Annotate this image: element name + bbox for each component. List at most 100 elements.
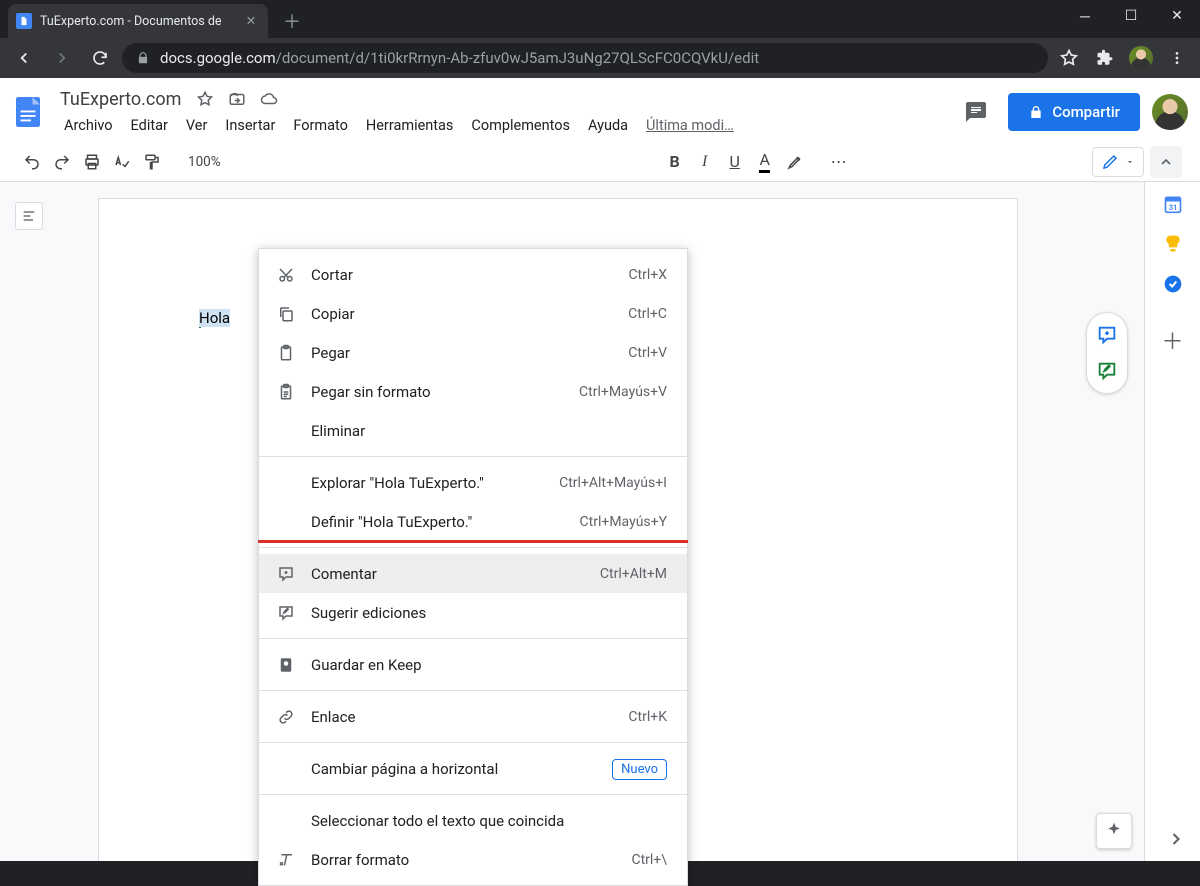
context-menu-separator — [259, 690, 687, 691]
context-menu-item[interactable]: EnlaceCtrl+K — [259, 697, 687, 736]
cut-icon — [275, 264, 297, 286]
link-icon — [275, 706, 297, 728]
paint-format-button[interactable] — [138, 148, 166, 176]
context-menu-item[interactable]: Pegar Ctrl+V — [259, 333, 687, 372]
calendar-icon[interactable]: 31 — [1163, 194, 1183, 214]
svg-text:31: 31 — [1168, 203, 1177, 212]
menu-editar[interactable]: Editar — [123, 115, 176, 136]
doc-title[interactable]: TuExperto.com — [56, 87, 185, 112]
italic-button[interactable]: I — [691, 148, 719, 176]
explore-fab-button[interactable] — [1096, 813, 1132, 849]
paste-plain-icon — [275, 381, 297, 403]
window-maximize-button[interactable]: ☐ — [1108, 0, 1154, 32]
context-menu-shortcut: Ctrl+Alt+M — [600, 566, 667, 582]
editing-mode-selector[interactable] — [1092, 147, 1144, 177]
context-menu-label: Pegar — [311, 344, 350, 362]
context-menu-label: Explorar "Hola TuExperto." — [311, 474, 484, 492]
menu-complementos[interactable]: Complementos — [463, 115, 578, 136]
chrome-menu-icon[interactable] — [1162, 43, 1192, 73]
tab-close-icon[interactable]: ✕ — [244, 14, 258, 28]
lock-icon — [136, 51, 150, 65]
context-menu: CortarCtrl+XCopiarCtrl+CPegarCtrl+VPegar… — [258, 248, 688, 886]
context-menu-item[interactable]: Cambiar página a horizontalNuevo — [259, 749, 687, 788]
paste-icon — [275, 342, 297, 364]
move-icon[interactable] — [225, 87, 249, 111]
browser-tab[interactable]: TuExperto.com - Documentos de ✕ — [8, 4, 268, 38]
add-comment-floating-button[interactable] — [1091, 319, 1123, 351]
undo-button[interactable] — [18, 148, 46, 176]
menu-archivo[interactable]: Archivo — [56, 115, 121, 136]
context-menu-label: Pegar sin formato — [311, 383, 431, 401]
context-menu-item[interactable]: Definir "Hola TuExperto."Ctrl+Mayús+Y — [259, 502, 687, 541]
side-panel-show-button[interactable] — [1166, 829, 1186, 849]
toolbar: 100% B I U A ⋯ — [0, 142, 1200, 182]
window-close-button[interactable]: ✕ — [1154, 0, 1200, 32]
context-menu-shortcut: Ctrl+Alt+Mayús+I — [559, 475, 667, 491]
docs-header: TuExperto.com Archivo Editar Ver Inserta… — [0, 78, 1200, 142]
context-menu-item[interactable]: Sugerir ediciones — [259, 593, 687, 632]
context-menu-label: Seleccionar todo el texto que coincida — [311, 812, 564, 830]
window-minimize-button[interactable]: ─ — [1062, 0, 1108, 32]
spellcheck-button[interactable] — [108, 148, 136, 176]
context-menu-label: Copiar — [311, 305, 355, 323]
suggest-icon — [275, 602, 297, 624]
context-menu-item[interactable]: Eliminar — [259, 411, 687, 450]
extensions-icon[interactable] — [1090, 43, 1120, 73]
redo-button[interactable] — [48, 148, 76, 176]
context-menu-item[interactable]: CopiarCtrl+C — [259, 294, 687, 333]
copy-icon — [275, 303, 297, 325]
context-menu-label: Cortar — [311, 266, 353, 284]
context-menu-item[interactable]: Borrar formatoCtrl+\ — [259, 840, 687, 879]
underline-button[interactable]: U — [721, 148, 749, 176]
cloud-status-icon[interactable] — [257, 87, 281, 111]
suggest-edits-floating-button[interactable] — [1091, 355, 1123, 387]
get-addons-button[interactable]: ＋ — [1161, 324, 1183, 356]
share-button[interactable]: Compartir — [1008, 93, 1140, 131]
share-label: Compartir — [1052, 103, 1120, 121]
context-menu-shortcut: Ctrl+V — [628, 345, 667, 361]
bold-button[interactable]: B — [661, 148, 689, 176]
window-controls: ─ ☐ ✕ — [1062, 0, 1200, 32]
last-edited-link[interactable]: Última modi… — [638, 115, 742, 136]
zoom-selector[interactable]: 100% — [182, 154, 227, 170]
context-menu-shortcut: Ctrl+K — [628, 709, 667, 725]
context-menu-separator — [259, 456, 687, 457]
menu-ver[interactable]: Ver — [178, 115, 216, 136]
url-field[interactable]: docs.google.com/document/d/1ti0krRrnyn-A… — [122, 43, 1048, 73]
hide-menus-button[interactable] — [1150, 146, 1182, 178]
menu-herramientas[interactable]: Herramientas — [358, 115, 462, 136]
context-menu-item[interactable]: CortarCtrl+X — [259, 255, 687, 294]
new-badge: Nuevo — [612, 759, 667, 780]
open-comments-button[interactable] — [956, 92, 996, 132]
nav-forward-button[interactable] — [46, 42, 78, 74]
menu-insertar[interactable]: Insertar — [217, 115, 283, 136]
new-tab-button[interactable]: ＋ — [278, 7, 306, 35]
context-menu-label: Sugerir ediciones — [311, 604, 426, 622]
blank-icon — [275, 810, 297, 832]
context-menu-item[interactable]: Explorar "Hola TuExperto." Ctrl+Alt+Mayús… — [259, 463, 687, 502]
context-menu-item[interactable]: Pegar sin formato Ctrl+Mayús+V — [259, 372, 687, 411]
bookmark-star-icon[interactable] — [1054, 43, 1084, 73]
blank-icon — [275, 758, 297, 780]
account-avatar[interactable] — [1152, 94, 1188, 130]
print-button[interactable] — [78, 148, 106, 176]
tasks-icon[interactable] — [1163, 274, 1183, 294]
context-menu-item[interactable]: Seleccionar todo el texto que coincida — [259, 801, 687, 840]
star-icon[interactable] — [193, 87, 217, 111]
context-menu-item[interactable]: ComentarCtrl+Alt+M — [259, 554, 687, 593]
clear-format-icon — [275, 849, 297, 871]
keep-icon[interactable] — [1163, 234, 1183, 254]
outline-toggle-button[interactable] — [15, 202, 43, 230]
highlight-button[interactable] — [781, 148, 809, 176]
blank-icon — [275, 511, 297, 533]
more-toolbar-button[interactable]: ⋯ — [825, 148, 853, 176]
text-color-button[interactable]: A — [751, 148, 779, 176]
menu-ayuda[interactable]: Ayuda — [580, 115, 636, 136]
docs-logo[interactable] — [8, 86, 48, 138]
menu-formato[interactable]: Formato — [285, 115, 356, 136]
profile-avatar-small[interactable] — [1126, 43, 1156, 73]
context-menu-shortcut: Ctrl+Mayús+V — [579, 384, 667, 400]
nav-back-button[interactable] — [8, 42, 40, 74]
nav-reload-button[interactable] — [84, 42, 116, 74]
context-menu-item[interactable]: Guardar en Keep — [259, 645, 687, 684]
